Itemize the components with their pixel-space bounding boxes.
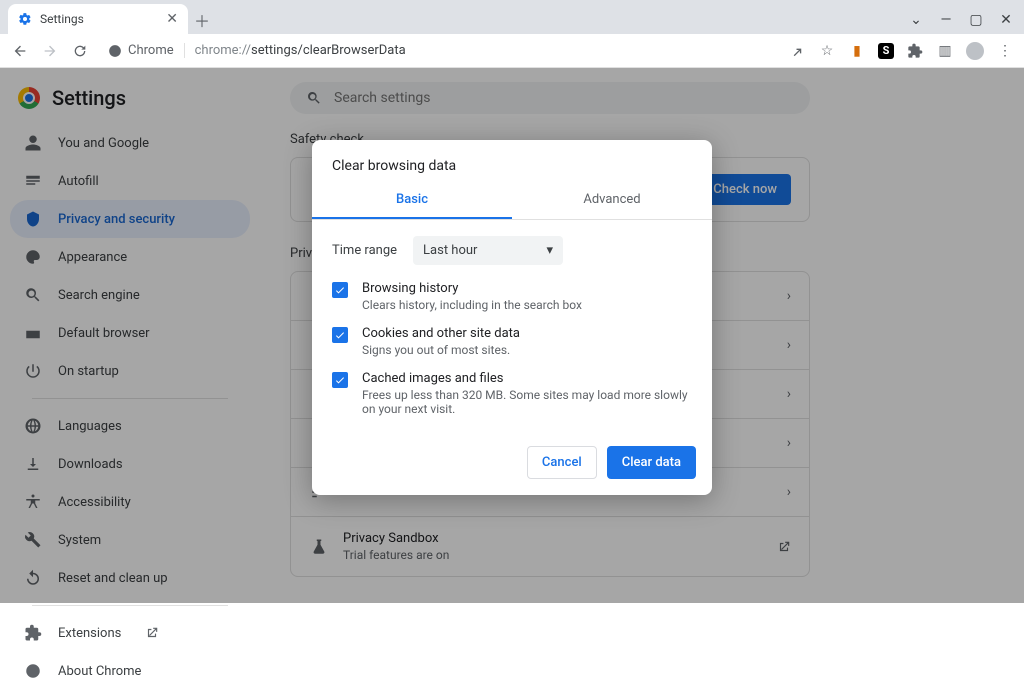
forward-button[interactable] — [40, 41, 60, 61]
dialog-tabs: Basic Advanced — [312, 182, 712, 220]
back-button[interactable] — [10, 41, 30, 61]
omnibox-chip: Chrome — [128, 43, 174, 58]
checkbox-checked[interactable] — [332, 327, 348, 343]
browser-tab[interactable]: Settings ✕ — [8, 4, 188, 34]
external-link-icon — [145, 626, 159, 640]
gear-icon — [18, 12, 32, 26]
close-window-button[interactable]: ✕ — [1000, 14, 1012, 26]
clear-data-dialog: Clear browsing data Basic Advanced Time … — [312, 140, 712, 495]
bookmark-star-icon[interactable]: ☆ — [818, 42, 836, 60]
cancel-button[interactable]: Cancel — [527, 446, 597, 479]
checkbox-checked[interactable] — [332, 282, 348, 298]
reload-button[interactable] — [70, 41, 90, 61]
divider — [32, 605, 228, 606]
sidebar-item-about[interactable]: About Chrome — [10, 652, 250, 690]
time-range-label: Time range — [332, 243, 397, 258]
new-tab-button[interactable]: ＋ — [188, 6, 216, 34]
tab-title: Settings — [40, 12, 84, 26]
browser-toolbar: Chrome chrome://settings/clearBrowserDat… — [0, 34, 1024, 68]
chrome-small-icon — [24, 662, 42, 680]
close-tab-icon[interactable]: ✕ — [166, 11, 178, 27]
profile-avatar[interactable] — [966, 42, 984, 60]
option-cookies[interactable]: Cookies and other site dataSigns you out… — [332, 326, 692, 357]
option-cached[interactable]: Cached images and filesFrees up less tha… — [332, 371, 692, 416]
dialog-title: Clear browsing data — [312, 140, 712, 182]
extensions-puzzle-icon[interactable] — [906, 42, 924, 60]
sidepanel-icon[interactable]: ▥ — [936, 42, 954, 60]
kebab-menu-icon[interactable]: ⋮ — [996, 42, 1014, 60]
puzzle-icon — [24, 624, 42, 642]
omnibox[interactable]: Chrome chrome://settings/clearBrowserDat… — [100, 43, 778, 58]
share-icon[interactable] — [788, 42, 806, 60]
extension-s-badge[interactable]: S — [878, 43, 894, 59]
omnibox-url: chrome://settings/clearBrowserData — [195, 43, 406, 58]
window-titlebar: Settings ✕ ＋ ⌄ ― ▢ ✕ — [0, 0, 1024, 34]
time-range-select[interactable]: Last hour ▾ — [413, 236, 563, 265]
option-browsing-history[interactable]: Browsing historyClears history, includin… — [332, 281, 692, 312]
sidebar-item-extensions[interactable]: Extensions — [10, 614, 250, 652]
maximize-button[interactable]: ▢ — [970, 14, 982, 26]
clear-data-button[interactable]: Clear data — [607, 446, 696, 479]
minimize-button[interactable]: ― — [940, 14, 952, 26]
tab-advanced[interactable]: Advanced — [512, 182, 712, 219]
modal-scrim: Clear browsing data Basic Advanced Time … — [0, 68, 1024, 603]
chevron-down-icon: ▾ — [547, 243, 554, 258]
chrome-icon — [108, 44, 122, 58]
checkbox-checked[interactable] — [332, 372, 348, 388]
extension-orange-icon[interactable]: ▮ — [848, 42, 866, 60]
chevron-down-icon[interactable]: ⌄ — [910, 14, 922, 26]
tab-basic[interactable]: Basic — [312, 182, 512, 219]
